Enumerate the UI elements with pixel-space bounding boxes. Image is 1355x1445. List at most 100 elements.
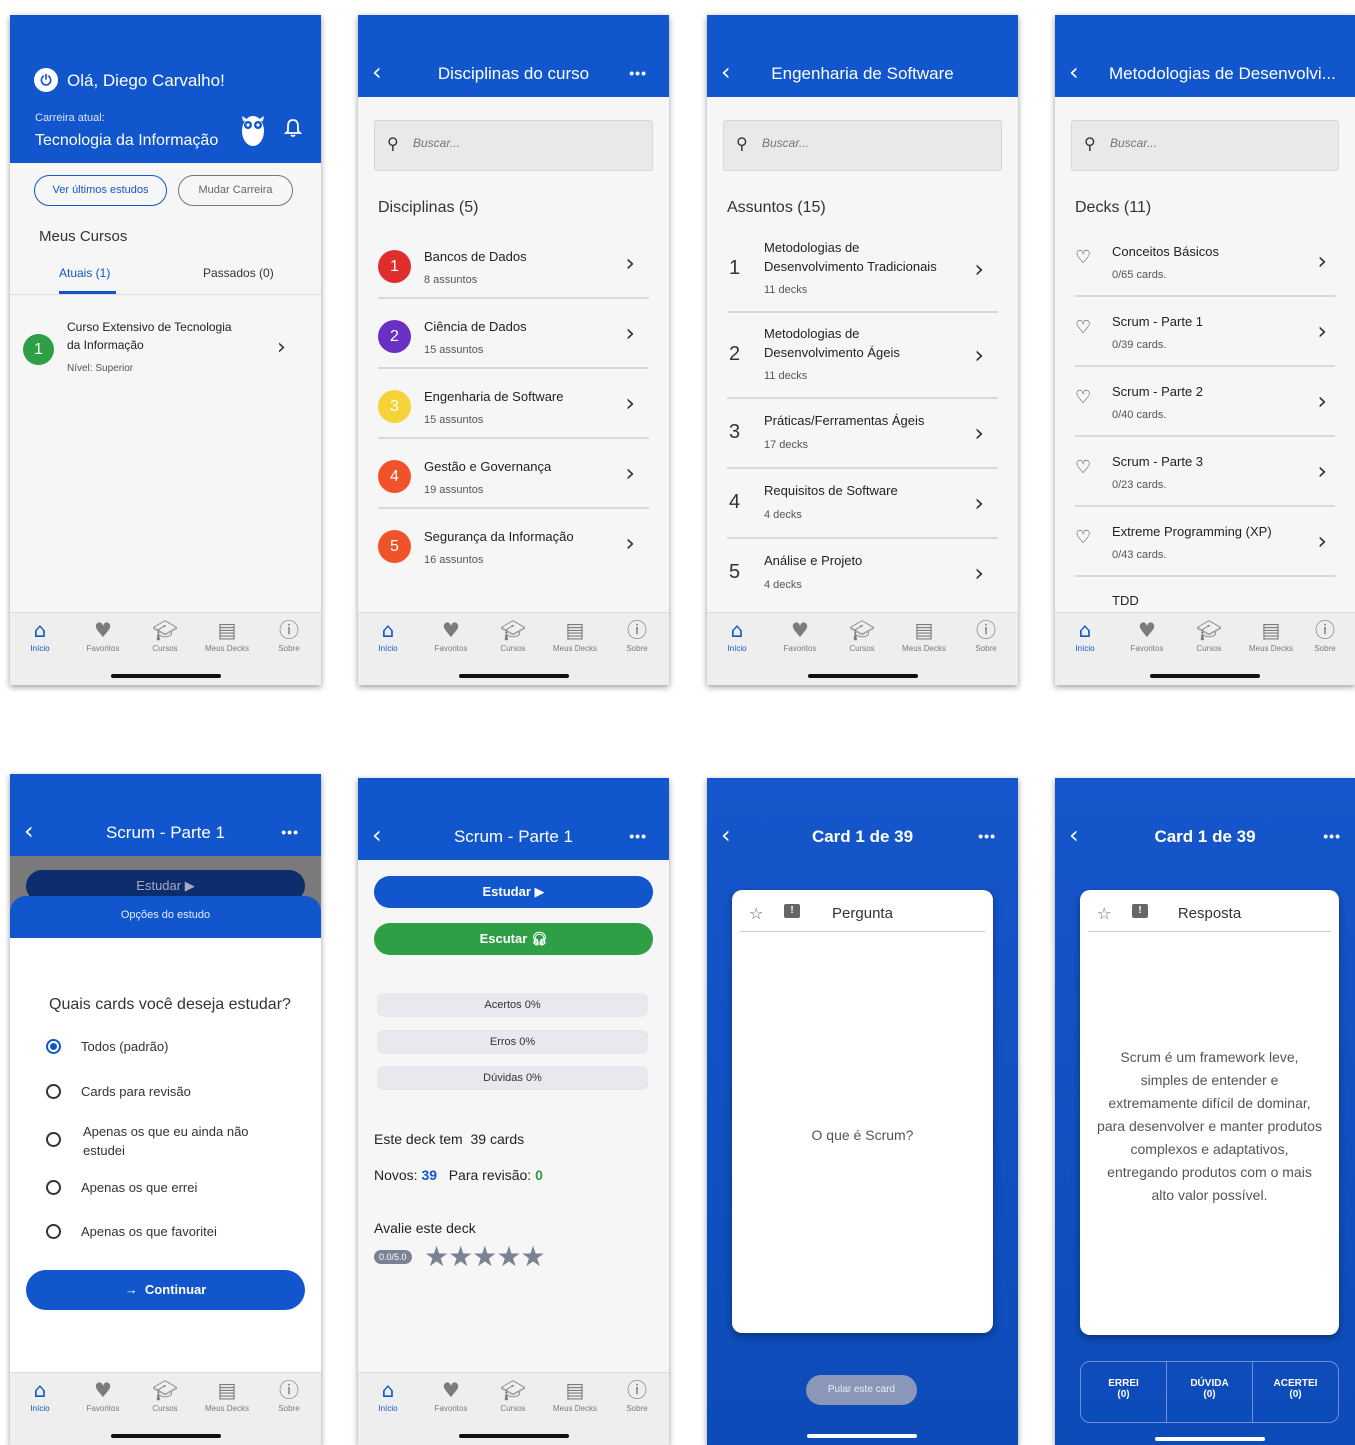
search-input[interactable]: [1110, 136, 1310, 150]
back-arrow-icon[interactable]: ‹: [372, 823, 382, 847]
star-icon[interactable]: ★: [472, 1240, 497, 1273]
list-item[interactable]: 3 Práticas/Ferramentas Ágeis 17 decks ›: [727, 399, 998, 469]
recent-studies-button[interactable]: Ver últimos estudos: [34, 175, 167, 206]
nav-courses[interactable]: 🎓︎ Cursos: [135, 1379, 195, 1413]
back-arrow-icon[interactable]: ‹: [24, 819, 34, 843]
nav-favorites[interactable]: ♥ Favoritos: [770, 619, 830, 653]
doubt-button[interactable]: DÚVIDA (0): [1167, 1362, 1253, 1422]
star-icon[interactable]: ★: [448, 1240, 473, 1273]
nav-about[interactable]: ⓘ Sobre: [1295, 619, 1355, 653]
more-options-icon[interactable]: •••: [281, 824, 299, 840]
bell-icon[interactable]: [284, 118, 302, 138]
nav-my-decks[interactable]: ▤ Meus Decks: [197, 619, 257, 653]
nav-about[interactable]: ⓘ Sobre: [607, 619, 667, 653]
star-icon[interactable]: ★: [424, 1240, 449, 1273]
star-icon[interactable]: ★: [520, 1240, 545, 1273]
nav-courses[interactable]: 🎓︎ Cursos: [832, 619, 892, 653]
change-career-button[interactable]: Mudar Carreira: [178, 175, 293, 206]
star-icon[interactable]: ★: [496, 1240, 521, 1273]
nav-my-decks[interactable]: ▤ Meus Decks: [1241, 619, 1301, 653]
radio-option[interactable]: Apenas os que errei: [46, 1179, 197, 1197]
nav-courses[interactable]: 🎓︎ Cursos: [135, 619, 195, 653]
course-item[interactable]: 1 Curso Extensivo de Tecnologia da Infor…: [10, 305, 321, 385]
listen-button[interactable]: Escutar 🎧︎: [374, 923, 653, 955]
back-arrow-icon[interactable]: ‹: [1069, 60, 1079, 84]
nav-about[interactable]: ⓘ Sobre: [956, 619, 1016, 653]
heart-outline-icon[interactable]: ♡: [1075, 247, 1091, 268]
nav-favorites[interactable]: ♥ Favoritos: [421, 619, 481, 653]
flashcard[interactable]: ☆ ! Pergunta O que é Scrum?: [732, 890, 993, 1333]
list-item[interactable]: 3 Engenharia de Software 15 assuntos ›: [378, 369, 649, 439]
nav-favorites[interactable]: ♥ Favoritos: [1117, 619, 1177, 653]
search-box[interactable]: ⚲: [1071, 120, 1339, 171]
nav-home[interactable]: ⌂ Início: [1055, 619, 1115, 653]
list-item[interactable]: 1 Bancos de Dados 8 assuntos ›: [378, 229, 649, 299]
list-item[interactable]: ♡ Conceitos Básicos 0/65 cards. ›: [1075, 227, 1335, 297]
nav-my-decks[interactable]: ▤ Meus Decks: [545, 619, 605, 653]
nav-about[interactable]: ⓘ Sobre: [259, 619, 319, 653]
list-item[interactable]: 2 Ciência de Dados 15 assuntos ›: [378, 299, 649, 369]
nav-home[interactable]: ⌂ Início: [10, 1379, 70, 1413]
more-options-icon[interactable]: •••: [629, 828, 647, 844]
list-item[interactable]: 4 Gestão e Governança 19 assuntos ›: [378, 439, 649, 509]
tab-past[interactable]: Passados (0): [203, 266, 274, 280]
radio-icon[interactable]: [46, 1180, 61, 1196]
nav-courses[interactable]: 🎓︎ Cursos: [483, 619, 543, 653]
flashcard[interactable]: ☆ ! Resposta Scrum é um framework leve, …: [1080, 890, 1339, 1335]
radio-option[interactable]: Cards para revisão: [46, 1083, 191, 1101]
radio-option[interactable]: Todos (padrão): [46, 1038, 168, 1056]
heart-outline-icon[interactable]: ♡: [1075, 317, 1091, 338]
list-item[interactable]: 5 Segurança da Informação 16 assuntos ›: [378, 509, 649, 579]
nav-home[interactable]: ⌂ Início: [10, 619, 70, 653]
search-box[interactable]: ⚲: [374, 120, 653, 171]
nav-courses[interactable]: 🎓︎ Cursos: [483, 1379, 543, 1413]
nav-favorites[interactable]: ♥ Favoritos: [73, 619, 133, 653]
back-arrow-icon[interactable]: ‹: [1069, 823, 1079, 847]
nav-home[interactable]: ⌂ Início: [707, 619, 767, 653]
radio-icon[interactable]: [46, 1132, 61, 1147]
tab-current[interactable]: Atuais (1): [59, 266, 110, 280]
list-item[interactable]: ♡ Scrum - Parte 2 0/40 cards. ›: [1075, 367, 1335, 437]
nav-courses[interactable]: 🎓︎ Cursos: [1179, 619, 1239, 653]
search-input[interactable]: [413, 136, 613, 150]
nav-about[interactable]: ⓘ Sobre: [259, 1379, 319, 1413]
nav-my-decks[interactable]: ▤ Meus Decks: [894, 619, 954, 653]
search-box[interactable]: ⚲: [723, 120, 1002, 171]
list-item[interactable]: ♡ Scrum - Parte 3 0/23 cards. ›: [1075, 437, 1335, 507]
heart-outline-icon[interactable]: ♡: [1075, 387, 1091, 408]
nav-my-decks[interactable]: ▤ Meus Decks: [197, 1379, 257, 1413]
list-item[interactable]: 5 Análise e Projeto 4 decks ›: [727, 539, 998, 609]
more-options-icon[interactable]: •••: [978, 828, 996, 844]
back-arrow-icon[interactable]: ‹: [721, 60, 731, 84]
radio-icon[interactable]: [46, 1084, 61, 1100]
radio-icon[interactable]: [46, 1224, 61, 1240]
search-input[interactable]: [762, 136, 962, 150]
radio-selected-icon[interactable]: [46, 1039, 61, 1055]
nav-favorites[interactable]: ♥ Favoritos: [421, 1379, 481, 1413]
list-item[interactable]: 2 Metodologias de Desenvolvimento Ágeis 11 …: [727, 313, 998, 399]
nav-about[interactable]: ⓘ Sobre: [607, 1379, 667, 1413]
nav-home[interactable]: ⌂ Início: [358, 1379, 418, 1413]
back-arrow-icon[interactable]: ‹: [372, 60, 382, 84]
more-options-icon[interactable]: •••: [629, 65, 647, 81]
radio-option[interactable]: Apenas os que favoritei: [46, 1223, 217, 1241]
more-options-icon[interactable]: •••: [1323, 828, 1341, 844]
star-rating[interactable]: ★★★★★: [424, 1240, 546, 1273]
wrong-button[interactable]: ERREI (0): [1081, 1362, 1167, 1422]
screen-card-answer: ‹ Card 1 de 39 ••• ☆ ! Resposta Scrum é …: [1055, 778, 1355, 1445]
nav-my-decks[interactable]: ▤ Meus Decks: [545, 1379, 605, 1413]
nav-home[interactable]: ⌂ Início: [358, 619, 418, 653]
right-label: ACERTEI: [1273, 1378, 1318, 1389]
skip-card-button[interactable]: Pular este card: [806, 1375, 917, 1405]
right-button[interactable]: ACERTEI (0): [1253, 1362, 1338, 1422]
list-item[interactable]: ♡ Extreme Programming (XP) 0/43 cards. ›: [1075, 507, 1335, 577]
back-arrow-icon[interactable]: ‹: [721, 823, 731, 847]
study-button[interactable]: Estudar ▶: [374, 876, 653, 908]
list-item[interactable]: ♡ Scrum - Parte 1 0/39 cards. ›: [1075, 297, 1335, 367]
heart-outline-icon[interactable]: ♡: [1075, 527, 1091, 548]
list-item[interactable]: 4 Requisitos de Software 4 decks ›: [727, 469, 998, 539]
continue-button[interactable]: → Continuar: [26, 1270, 305, 1310]
nav-favorites[interactable]: ♥ Favoritos: [73, 1379, 133, 1413]
heart-outline-icon[interactable]: ♡: [1075, 457, 1091, 478]
list-item[interactable]: 1 Metodologias de Desenvolvimento Tradicio…: [727, 227, 998, 313]
